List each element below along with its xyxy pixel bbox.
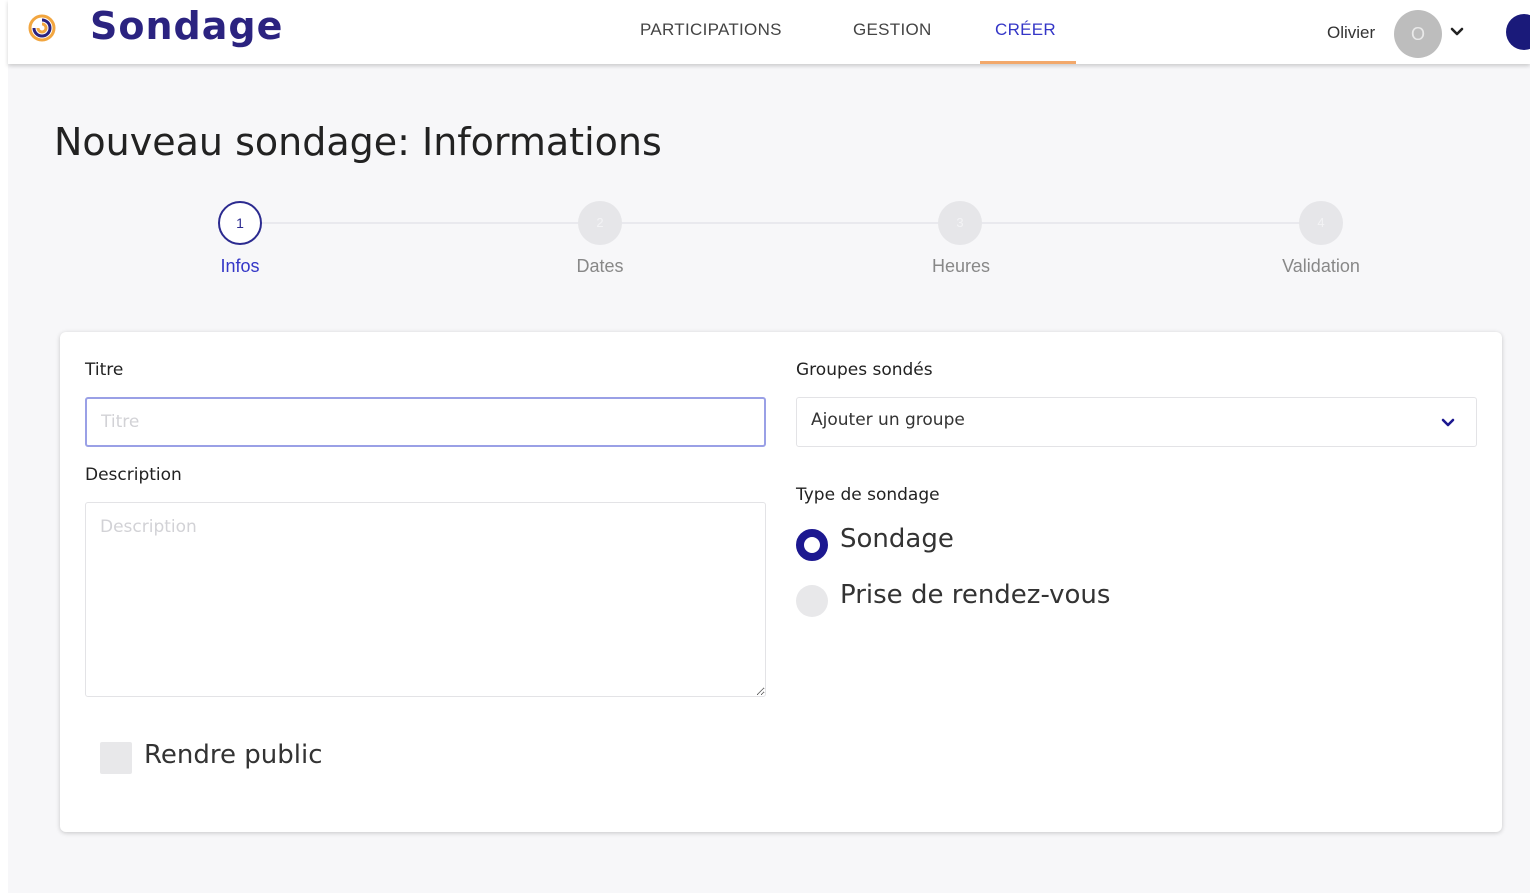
public-checkbox-label[interactable]: Rendre public (144, 740, 322, 770)
title-input[interactable] (85, 397, 766, 447)
nav-active-indicator (980, 61, 1076, 64)
nav-participations[interactable]: PARTICIPATIONS (640, 20, 782, 40)
step-1-circle[interactable]: 1 (218, 201, 262, 245)
radio-rendez-vous-label[interactable]: Prise de rendez-vous (840, 580, 1110, 610)
stepper-connector (622, 222, 938, 224)
nav-creer[interactable]: CRÉER (995, 20, 1056, 40)
top-app-bar: Sondage PARTICIPATIONS GESTION CRÉER Oli… (8, 0, 1530, 64)
groups-label: Groupes sondés (796, 360, 933, 380)
step-2-label[interactable]: Dates (530, 256, 670, 277)
groups-select[interactable]: Ajouter un groupe (796, 397, 1477, 447)
title-label: Titre (85, 360, 124, 380)
step-2-circle[interactable]: 2 (578, 201, 622, 245)
step-1-label[interactable]: Infos (170, 256, 310, 277)
user-name[interactable]: Olivier (1327, 23, 1375, 43)
stepper-connector (982, 222, 1300, 224)
nav-gestion[interactable]: GESTION (853, 20, 932, 40)
public-checkbox[interactable] (100, 742, 132, 774)
radio-rendez-vous[interactable] (796, 585, 828, 617)
type-label: Type de sondage (796, 485, 940, 505)
description-label: Description (85, 465, 182, 485)
chevron-down-icon (1441, 418, 1455, 427)
partner-logo-icon (1506, 14, 1530, 50)
page-title: Nouveau sondage: Informations (54, 120, 662, 164)
radio-sondage-label[interactable]: Sondage (840, 524, 954, 554)
left-edge-strip (0, 0, 8, 893)
app-name[interactable]: Sondage (90, 4, 283, 48)
step-3-label[interactable]: Heures (891, 256, 1031, 277)
user-avatar[interactable]: O (1394, 10, 1442, 58)
stepper-connector (262, 222, 578, 224)
description-textarea[interactable] (85, 502, 766, 697)
groups-select-value: Ajouter un groupe (811, 410, 965, 430)
chevron-down-icon[interactable] (1448, 22, 1466, 40)
radio-sondage[interactable] (796, 529, 828, 561)
step-4-label[interactable]: Validation (1251, 256, 1391, 277)
form-card: Titre Description Rendre public Groupes … (60, 332, 1502, 832)
logo-swirl-icon[interactable] (28, 14, 56, 42)
step-4-circle[interactable]: 4 (1299, 201, 1343, 245)
step-3-circle[interactable]: 3 (938, 201, 982, 245)
